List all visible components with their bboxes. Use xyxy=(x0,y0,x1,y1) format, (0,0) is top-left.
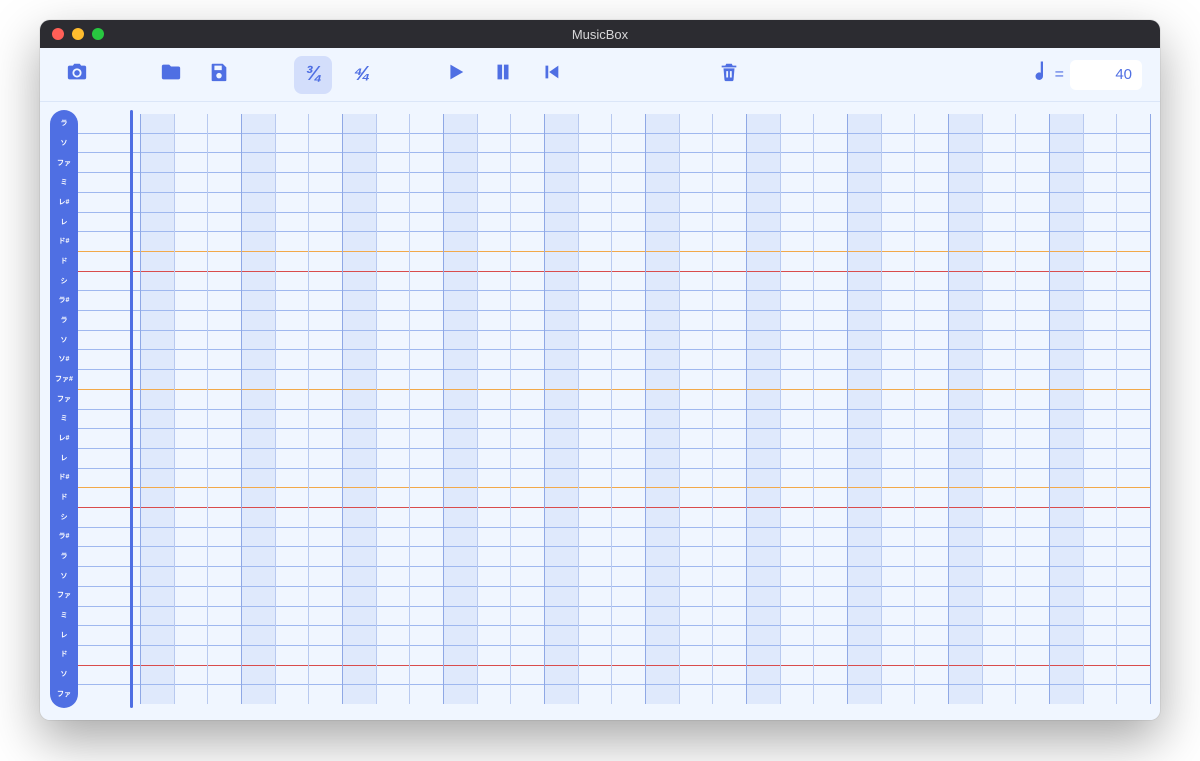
note-label[interactable]: ミ xyxy=(50,409,78,429)
quarter-note-icon xyxy=(1031,59,1049,90)
tempo-equals: = xyxy=(1055,66,1064,84)
camera-icon xyxy=(66,61,88,88)
workspace: ラソファミレ#レド#ドシラ#ラソソ#ファ#ファミレ#レド#ドシラ#ラソファミレド… xyxy=(40,102,1160,720)
open-button[interactable] xyxy=(152,56,190,94)
note-label[interactable]: ラ# xyxy=(50,291,78,311)
titlebar: MusicBox xyxy=(40,20,1160,48)
note-label[interactable]: ソ xyxy=(50,665,78,685)
time-signature-3-4-label: ¾ xyxy=(306,63,321,86)
note-label[interactable]: ラ# xyxy=(50,527,78,547)
folder-icon xyxy=(160,61,182,88)
window-controls xyxy=(40,28,104,40)
tempo-control: = xyxy=(1031,59,1142,90)
note-label[interactable]: レ# xyxy=(50,429,78,449)
note-label[interactable]: レ xyxy=(50,212,78,232)
note-labels: ラソファミレ#レド#ドシラ#ラソソ#ファ#ファミレ#レド#ドシラ#ラソファミレド… xyxy=(50,110,78,708)
note-label[interactable]: ミ xyxy=(50,173,78,193)
camera-button[interactable] xyxy=(58,56,96,94)
note-label[interactable]: ファ xyxy=(50,389,78,409)
app-window: MusicBox ¾ xyxy=(40,20,1160,720)
note-label[interactable]: ファ xyxy=(50,684,78,704)
note-label[interactable]: レ# xyxy=(50,193,78,213)
note-grid xyxy=(78,110,1150,708)
note-label[interactable]: ド# xyxy=(50,232,78,252)
note-label[interactable]: ラ xyxy=(50,311,78,331)
note-label[interactable]: シ xyxy=(50,507,78,527)
note-label[interactable]: レ xyxy=(50,625,78,645)
note-label[interactable]: ド xyxy=(50,645,78,665)
save-icon xyxy=(208,61,230,88)
delete-button[interactable] xyxy=(710,56,748,94)
trash-icon xyxy=(718,61,740,88)
note-label[interactable]: ド xyxy=(50,252,78,272)
note-label[interactable]: ソ# xyxy=(50,350,78,370)
time-signature-3-4-button[interactable]: ¾ xyxy=(294,56,332,94)
rewind-button[interactable] xyxy=(532,56,570,94)
time-signature-4-4-button[interactable]: ⁴⁄₄ xyxy=(342,56,380,94)
close-window-button[interactable] xyxy=(52,28,64,40)
note-label[interactable]: ファ# xyxy=(50,370,78,390)
zoom-window-button[interactable] xyxy=(92,28,104,40)
time-signature-4-4-label: ⁴⁄₄ xyxy=(354,63,368,86)
play-button[interactable] xyxy=(436,56,474,94)
note-label[interactable]: レ xyxy=(50,448,78,468)
note-label[interactable]: ファ xyxy=(50,153,78,173)
tempo-input[interactable] xyxy=(1070,60,1142,90)
pause-icon xyxy=(492,61,514,88)
window-title: MusicBox xyxy=(40,27,1160,42)
note-label[interactable]: ラ xyxy=(50,114,78,134)
skip-previous-icon xyxy=(540,61,562,88)
note-label[interactable]: ド# xyxy=(50,468,78,488)
note-label[interactable]: シ xyxy=(50,271,78,291)
note-label[interactable]: ソ xyxy=(50,134,78,154)
note-label[interactable]: ラ xyxy=(50,547,78,567)
note-label[interactable]: ソ xyxy=(50,330,78,350)
playhead[interactable] xyxy=(130,110,133,708)
toolbar: ¾ ⁴⁄₄ xyxy=(40,48,1160,102)
note-label[interactable]: ソ xyxy=(50,566,78,586)
save-button[interactable] xyxy=(200,56,238,94)
pause-button[interactable] xyxy=(484,56,522,94)
note-label[interactable]: ミ xyxy=(50,606,78,626)
minimize-window-button[interactable] xyxy=(72,28,84,40)
grid-click-area[interactable] xyxy=(78,114,1150,704)
play-icon xyxy=(444,61,466,88)
note-label[interactable]: ファ xyxy=(50,586,78,606)
note-label[interactable]: ド xyxy=(50,488,78,508)
